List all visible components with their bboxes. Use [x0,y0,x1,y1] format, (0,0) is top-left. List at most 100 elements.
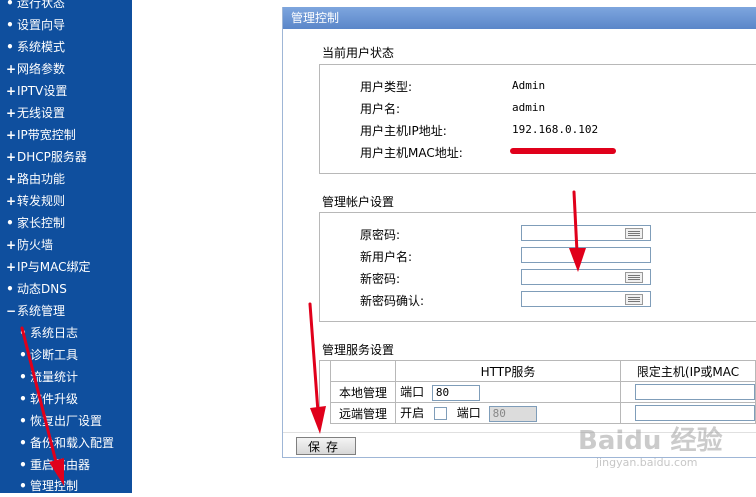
sidebar-item-label: 网络参数 [17,62,66,76]
sidebar-item-dhcp[interactable]: + DHCP服务器 [0,146,132,168]
bullet-icon: • [6,40,14,54]
user-type-label: 用户类型: [360,80,413,94]
sidebar-subitem-backup-restore[interactable]: • 备份和载入配置 [0,432,132,454]
local-http-cell: 端口 80 [395,381,621,403]
expand-icon: + [6,106,17,120]
sidebar-item-firewall[interactable]: + 防火墙 [0,234,132,256]
sidebar-item-label: 动态DNS [17,282,67,296]
sidebar-subitem-system-log[interactable]: • 系统日志 [0,322,132,344]
sidebar-item-setup-wizard[interactable]: • 设置向导 [0,14,132,36]
bullet-icon: • [6,216,14,230]
local-admin-label: 本地管理 [329,381,397,403]
sidebar-item-forwarding[interactable]: + 转发规则 [0,190,132,212]
expand-icon: + [6,260,17,274]
new-username-label: 新用户名: [360,250,413,264]
sidebar-item-label: 运行状态 [17,0,66,10]
sidebar-item-label: 防火墙 [17,238,54,252]
sidebar-item-system-admin[interactable]: − 系统管理 [0,300,132,322]
sidebar-item-label: 系统模式 [17,40,66,54]
sidebar-item-label: 恢复出厂设置 [30,414,103,428]
collapse-icon: − [6,304,17,318]
sidebar-item-label: 路由功能 [17,172,66,186]
remote-host-input[interactable] [634,405,755,421]
port-label: 端口 [456,406,481,421]
sidebar-item-ip-mac-binding[interactable]: + IP与MAC绑定 [0,256,132,278]
sidebar-item-routing[interactable]: + 路由功能 [0,168,132,190]
enable-label: 开启 [400,406,425,421]
old-password-label: 原密码: [360,228,401,242]
bullet-icon: • [6,0,14,10]
local-host-cell [619,381,756,403]
local-host-input[interactable] [634,384,755,400]
new-password-label: 新密码: [360,272,401,286]
sidebar-item-label: 重启路由器 [30,458,91,472]
remote-port-input[interactable]: 80 [488,405,537,422]
keyboard-icon[interactable] [625,228,643,239]
sidebar-item-label: 无线设置 [17,106,66,120]
bullet-icon: • [6,18,14,32]
sidebar-subitem-firmware-upgrade[interactable]: • 软件升级 [0,388,132,410]
sidebar-item-label: IP带宽控制 [17,128,76,142]
expand-icon: + [6,172,17,186]
bullet-icon: • [19,414,27,428]
sidebar-item-label: 系统管理 [17,304,66,318]
remote-enable-checkbox[interactable] [433,407,447,421]
host-limit-header: 限定主机(IP或MAC [619,360,756,382]
account-section-title: 管理帐户设置 [322,195,395,209]
expand-icon: + [6,84,17,98]
save-button[interactable]: 保存 [296,437,356,455]
expand-icon: + [6,194,17,208]
sidebar-subitem-diagnostics[interactable]: • 诊断工具 [0,344,132,366]
sidebar-menu: • 运行状态 • 设置向导 • 系统模式 + 网络参数 + IPTV设置 + 无线设置 + I… [0,0,132,493]
username-label: 用户名: [360,102,401,116]
http-service-header: HTTP服务 [395,360,621,382]
bullet-icon: • [19,458,27,472]
status-section-title: 当前用户状态 [322,46,395,60]
sidebar-item-system-mode[interactable]: • 系统模式 [0,36,132,58]
new-username-input[interactable] [521,247,651,263]
sidebar-subitem-traffic-stats[interactable]: • 流量统计 [0,366,132,388]
sidebar-item-label: 备份和载入配置 [30,436,115,450]
bullet-icon: • [19,348,27,362]
expand-icon: + [6,62,17,76]
service-table: HTTP服务 限定主机(IP或MAC 本地管理 端口 80 远端管理 开启 端口… [329,360,756,424]
sidebar-item-iptv[interactable]: + IPTV设置 [0,80,132,102]
bullet-icon: • [19,392,27,406]
sidebar-item-running-status[interactable]: • 运行状态 [0,0,132,14]
remote-admin-label: 远端管理 [329,402,397,424]
sidebar-item-label: 流量统计 [30,370,79,384]
bullet-icon: • [19,370,27,384]
keyboard-icon[interactable] [625,294,643,305]
sidebar-subitem-factory-reset[interactable]: • 恢复出厂设置 [0,410,132,432]
expand-icon: + [6,128,17,142]
panel-title: 管理控制 [283,7,756,29]
host-mac-label: 用户主机MAC地址: [360,146,463,160]
sidebar-item-wireless[interactable]: + 无线设置 [0,102,132,124]
sidebar-item-label: 家长控制 [17,216,66,230]
sidebar-item-label: 管理控制 [30,479,79,493]
port-label: 端口 [400,385,425,400]
sidebar-subitem-admin-control[interactable]: • 管理控制 [0,475,132,497]
bullet-icon: • [6,282,14,296]
local-port-input[interactable]: 80 [431,384,480,401]
sidebar-item-network[interactable]: + 网络参数 [0,58,132,80]
sidebar-subitem-reboot[interactable]: • 重启路由器 [0,454,132,476]
sidebar-item-parental[interactable]: • 家长控制 [0,212,132,234]
keyboard-icon[interactable] [625,272,643,283]
bullet-icon: • [19,436,27,450]
sidebar-item-label: IPTV设置 [17,84,68,98]
sidebar-item-label: IP与MAC绑定 [17,260,91,274]
sidebar-item-ddns[interactable]: • 动态DNS [0,278,132,300]
baidu-watermark-url: jingyan.baidu.com [596,456,698,469]
sidebar-item-label: DHCP服务器 [17,150,87,164]
bullet-icon: • [19,326,27,340]
host-ip-value: 192.168.0.102 [512,123,599,136]
confirm-password-label: 新密码确认: [360,294,425,308]
sidebar-item-label: 系统日志 [30,326,79,340]
sidebar-item-label: 软件升级 [30,392,79,406]
sidebar-item-label: 设置向导 [17,18,66,32]
bullet-icon: • [19,479,27,493]
sidebar-item-bandwidth[interactable]: + IP带宽控制 [0,124,132,146]
user-type-value: Admin [512,79,546,92]
service-section-title: 管理服务设置 [322,343,395,357]
